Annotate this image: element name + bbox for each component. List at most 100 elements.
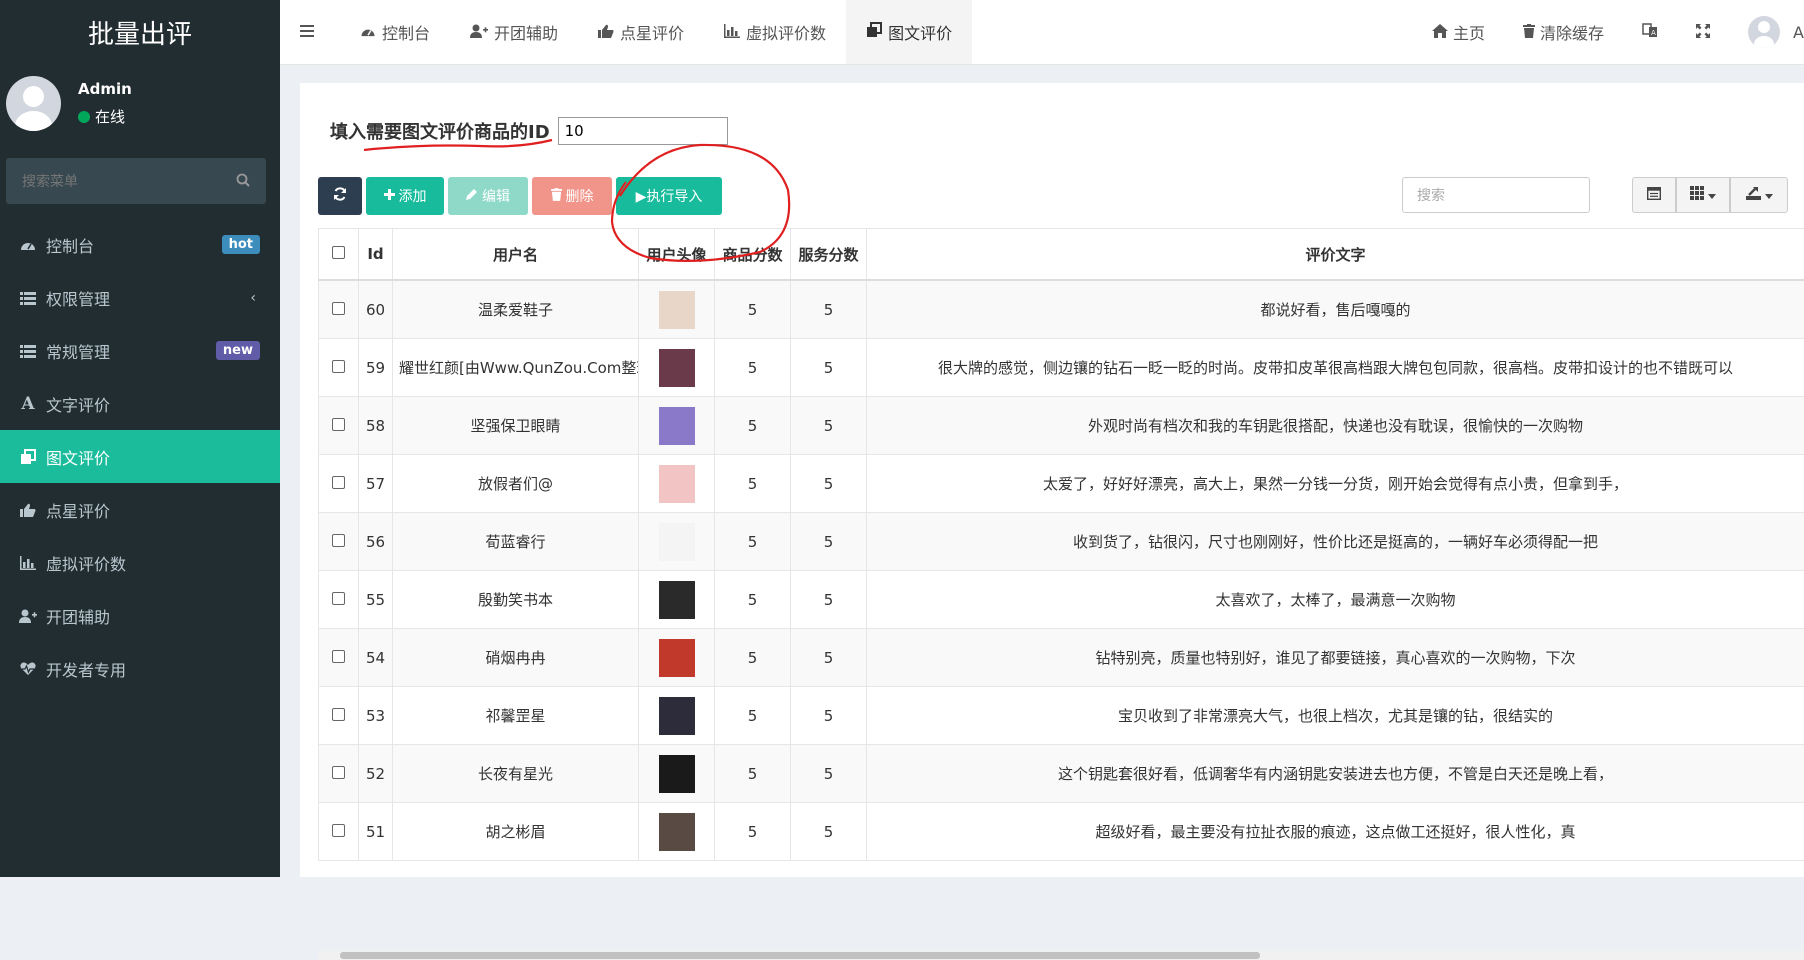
row-select-cell — [319, 339, 359, 397]
table-row[interactable]: 56荀蓝睿行55收到货了，钻很闪，尺寸也刚刚好，性价比还是挺高的，一辆好车必须得… — [319, 513, 1804, 571]
user-avatar-thumb[interactable] — [659, 697, 695, 735]
user-avatar-thumb[interactable] — [659, 523, 695, 561]
id-cell: 51 — [359, 803, 393, 861]
language-button[interactable]: A — [1642, 22, 1658, 42]
delete-button[interactable]: 删除 — [532, 177, 612, 215]
row-checkbox[interactable] — [332, 360, 345, 373]
clear-cache-button[interactable]: 清除缓存 — [1523, 20, 1604, 44]
tab-star-review[interactable]: 点星评价 — [578, 0, 704, 64]
avatar-cell — [639, 803, 715, 861]
avatar-cell — [639, 280, 715, 339]
user-avatar-thumb[interactable] — [659, 349, 695, 387]
user-avatar-thumb[interactable] — [659, 813, 695, 851]
tab-image-review[interactable]: 图文评价 — [846, 0, 972, 64]
column-header[interactable]: 评价文字 — [867, 229, 1804, 281]
dashboard-icon — [16, 238, 40, 252]
columns-dropdown-button[interactable] — [1676, 177, 1730, 213]
brand-title[interactable]: 批量出评 — [0, 0, 280, 64]
tab-group-assist[interactable]: 开团辅助 — [450, 0, 578, 64]
table-row[interactable]: 51胡之彬眉55超级好看，最主要没有拉扯衣服的痕迹，这点做工还挺好，很人性化，真 — [319, 803, 1804, 861]
goods-score-cell: 5 — [715, 397, 791, 455]
sidebar-item-image-review[interactable]: 图文评价 — [0, 430, 280, 483]
table-row[interactable]: 54硝烟冉冉55钻特别亮，质量也特别好，谁见了都要链接，真心喜欢的一次购物，下次 — [319, 629, 1804, 687]
fullscreen-button[interactable] — [1696, 23, 1710, 42]
tab-bar: 控制台 开团辅助 点星评价 虚拟评价数 图文评价 — [340, 0, 972, 64]
product-id-input[interactable] — [558, 117, 728, 145]
user-menu[interactable]: A — [1748, 16, 1804, 48]
row-checkbox[interactable] — [332, 824, 345, 837]
comment-cell: 宝贝收到了非常漂亮大气，也很上档次，尤其是镶的钻，很结实的 — [867, 687, 1804, 745]
toggle-view-button[interactable] — [1632, 177, 1676, 213]
goods-score-cell: 5 — [715, 629, 791, 687]
user-avatar-small — [1748, 16, 1780, 48]
export-dropdown-button[interactable] — [1730, 177, 1788, 213]
menu-toggle-icon[interactable] — [300, 24, 316, 42]
table-row[interactable]: 52长夜有星光55这个钥匙套很好看，低调奢华有内涵钥匙安装进去也方便，不管是白天… — [319, 745, 1804, 803]
user-avatar-thumb[interactable] — [659, 291, 695, 329]
table-row[interactable]: 53祁馨罡星55宝贝收到了非常漂亮大气，也很上档次，尤其是镶的钻，很结实的 — [319, 687, 1804, 745]
table-row[interactable]: 59耀世红颜[由Www.QunZou.Com整理]55很大牌的感觉，侧边镶的钻石… — [319, 339, 1804, 397]
table-row[interactable]: 58坚强保卫眼睛55外观时尚有档次和我的车钥匙很搭配，快递也没有耽误，很愉快的一… — [319, 397, 1804, 455]
user-status: 在线 — [78, 106, 125, 127]
search-icon[interactable] — [236, 173, 250, 191]
row-checkbox[interactable] — [332, 476, 345, 489]
sidebar-item-developer[interactable]: 开发者专用 — [0, 642, 280, 695]
row-select-cell — [319, 687, 359, 745]
table-search-input[interactable]: 搜索 — [1402, 177, 1590, 213]
select-all-cell — [319, 229, 359, 281]
sidebar-item-virtual-count[interactable]: 虚拟评价数 — [0, 536, 280, 589]
column-header[interactable]: 用户头像 — [639, 229, 715, 281]
sidebar-item-text-review[interactable]: A 文字评价 — [0, 377, 280, 430]
scrollbar-thumb[interactable] — [340, 952, 1260, 959]
select-all-checkbox[interactable] — [332, 246, 345, 259]
user-status-label: 在线 — [95, 106, 125, 127]
user-avatar-thumb[interactable] — [659, 465, 695, 503]
table-icon — [1647, 187, 1661, 204]
horizontal-scrollbar[interactable] — [318, 951, 1804, 960]
sidebar-item-group-assist[interactable]: 开团辅助 — [0, 589, 280, 642]
tab-dashboard[interactable]: 控制台 — [340, 0, 450, 64]
row-checkbox[interactable] — [332, 708, 345, 721]
row-checkbox[interactable] — [332, 418, 345, 431]
user-avatar-thumb[interactable] — [659, 407, 695, 445]
sidebar-item-general[interactable]: 常规管理 new — [0, 324, 280, 377]
sidebar-item-permissions[interactable]: 权限管理 ‹ — [0, 271, 280, 324]
service-score-cell: 5 — [791, 745, 867, 803]
column-header[interactable]: 用户名 — [393, 229, 639, 281]
table-row[interactable]: 55殷勤笑书本55太喜欢了，太棒了，最满意一次购物 — [319, 571, 1804, 629]
clone-icon — [16, 449, 40, 465]
column-header[interactable]: Id — [359, 229, 393, 281]
execute-import-button[interactable]: ▶执行导入 — [616, 177, 722, 215]
plus-icon — [384, 188, 395, 204]
sidebar-item-star-review[interactable]: 点星评价 — [0, 483, 280, 536]
service-score-cell: 5 — [791, 571, 867, 629]
home-link[interactable]: 主页 — [1432, 20, 1485, 44]
edit-label: 编辑 — [482, 186, 510, 206]
export-icon — [1746, 187, 1761, 204]
goods-score-cell: 5 — [715, 687, 791, 745]
row-checkbox[interactable] — [332, 650, 345, 663]
row-checkbox[interactable] — [332, 592, 345, 605]
sidebar-search-input[interactable] — [20, 172, 224, 190]
sidebar: 批量出评 Admin 在线 控制台 hot 权限管理 ‹ 常规管理 new — [0, 0, 280, 877]
user-avatar-thumb[interactable] — [659, 581, 695, 619]
edit-button[interactable]: 编辑 — [448, 177, 528, 215]
avatar-cell — [639, 745, 715, 803]
row-checkbox[interactable] — [332, 766, 345, 779]
column-header[interactable]: 服务分数 — [791, 229, 867, 281]
thumbs-up-icon — [16, 503, 40, 517]
topbar-right: 主页 清除缓存 A A — [1432, 0, 1804, 64]
row-checkbox[interactable] — [332, 534, 345, 547]
user-avatar-thumb[interactable] — [659, 639, 695, 677]
add-button[interactable]: 添加 — [366, 177, 444, 215]
tab-virtual-count[interactable]: 虚拟评价数 — [704, 0, 846, 64]
column-header[interactable]: 商品分数 — [715, 229, 791, 281]
row-checkbox[interactable] — [332, 302, 345, 315]
pencil-icon — [466, 188, 478, 204]
sidebar-item-dashboard[interactable]: 控制台 hot — [0, 218, 280, 271]
user-avatar-thumb[interactable] — [659, 755, 695, 793]
table-row[interactable]: 60温柔爱鞋子55都说好看，售后嘎嘎的 — [319, 280, 1804, 339]
bar-chart-icon — [16, 556, 40, 570]
refresh-button[interactable] — [318, 177, 362, 215]
table-row[interactable]: 57放假者们@55太爱了，好好好漂亮，高大上，果然一分钱一分货，刚开始会觉得有点… — [319, 455, 1804, 513]
